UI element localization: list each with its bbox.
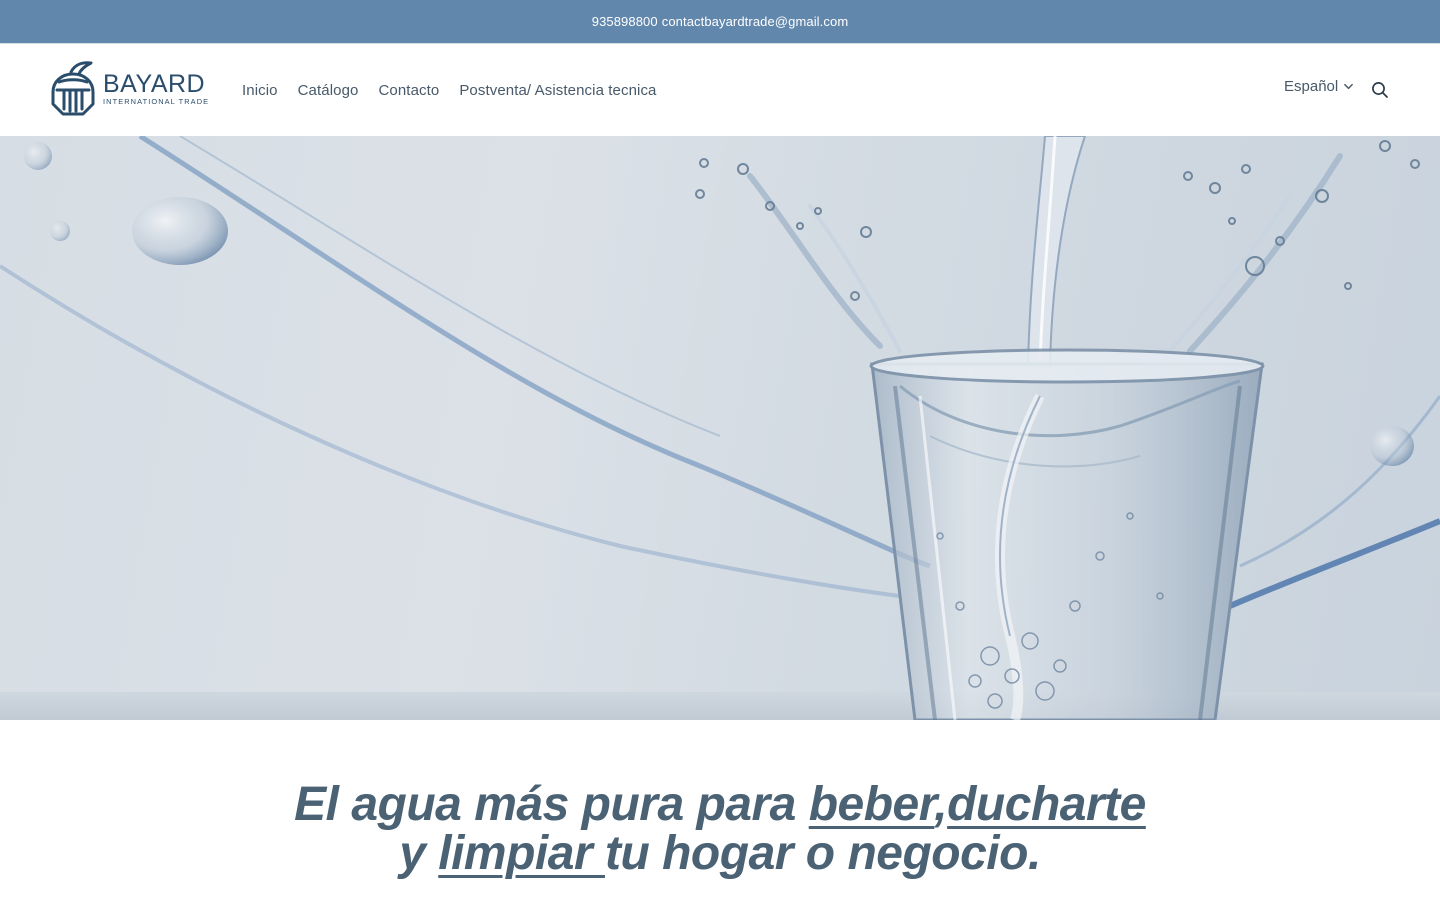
- email-address[interactable]: contactbayardtrade@gmail.com: [660, 14, 851, 29]
- logo-text: BAYARD INTERNATIONAL TRADE: [103, 69, 210, 107]
- search-button[interactable]: [1370, 80, 1390, 100]
- nav-link-contacto[interactable]: Contacto: [378, 82, 439, 99]
- language-label: Español: [1284, 78, 1339, 95]
- brand-logo[interactable]: BAYARD INTERNATIONAL TRADE: [49, 60, 219, 118]
- nav-link-catalogo[interactable]: Catálogo: [298, 82, 359, 99]
- logo-wordmark: BAYARD: [103, 69, 206, 98]
- headline-text-1: El agua más pura para: [294, 778, 809, 831]
- hero-banner: [0, 136, 1440, 720]
- search-icon: [1372, 82, 1388, 98]
- phone-number[interactable]: 935898800: [590, 14, 660, 29]
- headline-link-ducharte[interactable]: ducharte: [947, 778, 1146, 831]
- language-selector[interactable]: Español: [1284, 78, 1354, 95]
- headline-link-limpiar[interactable]: limpiar: [438, 827, 605, 880]
- nav-link-inicio[interactable]: Inicio: [242, 82, 278, 99]
- water-glass-image: [0, 136, 1440, 720]
- headline-text-2: y: [399, 827, 439, 880]
- site-header: BAYARD INTERNATIONAL TRADE Inicio Catálo…: [0, 43, 1440, 136]
- headline-text-3: tu hogar o negocio.: [604, 827, 1041, 880]
- announcement-bar: 935898800 contactbayardtrade@gmail.com: [0, 0, 1440, 43]
- hero-headline: El agua más pura para beber,ducharte y l…: [0, 780, 1440, 878]
- headline-link-beber[interactable]: beber: [809, 778, 935, 831]
- knight-helmet-logo-icon: [51, 61, 95, 116]
- headline-separator: ,: [934, 778, 948, 831]
- logo-tagline: INTERNATIONAL TRADE: [103, 96, 210, 106]
- chevron-down-icon: [1344, 83, 1354, 90]
- nav-link-postventa[interactable]: Postventa/ Asistencia tecnica: [459, 82, 656, 99]
- main-navigation: Inicio Catálogo Contacto Postventa/ Asis…: [242, 44, 657, 137]
